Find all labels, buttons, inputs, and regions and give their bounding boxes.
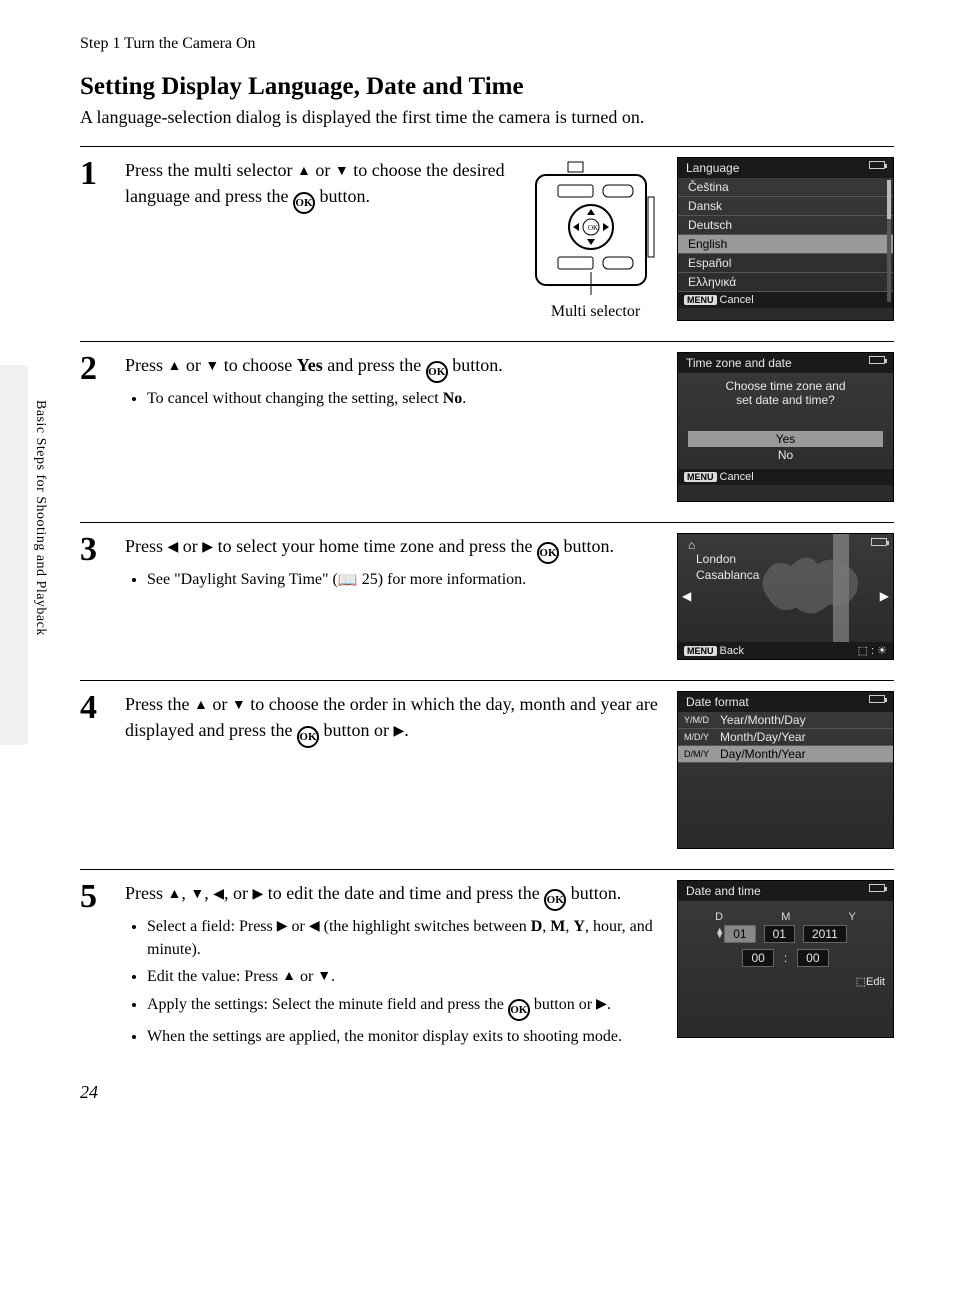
step-instruction: Press ◀ or ▶ to select your home time zo… [125, 533, 663, 660]
step-2: 2 Press ▲ or ▼ to choose Yes and press t… [80, 341, 894, 522]
down-icon: ▼ [232, 696, 246, 716]
battery-icon [869, 695, 885, 703]
menu-badge: MENU [684, 472, 717, 482]
date-format-option[interactable]: Y/M/DYear/Month/Day [678, 712, 893, 729]
book-icon: 📖 [338, 569, 358, 592]
edit-icon: ⬚ [856, 976, 866, 988]
section-subtitle: A language-selection dialog is displayed… [80, 107, 894, 128]
down-icon: ▼ [317, 967, 331, 987]
battery-icon [869, 884, 885, 892]
world-map [758, 544, 867, 632]
right-icon: ▶ [253, 885, 264, 905]
battery-icon [871, 538, 887, 546]
right-icon: ▶ [202, 538, 213, 558]
language-option[interactable]: Čeština [678, 178, 893, 197]
right-icon: ▶ [596, 995, 607, 1015]
multi-selector-caption: Multi selector [551, 303, 640, 321]
language-screen: Language ČeštinaDanskDeutschEnglishEspañ… [677, 157, 894, 321]
language-option[interactable]: Ελληνικά [678, 273, 893, 292]
language-option[interactable]: Deutsch [678, 216, 893, 235]
step-instruction: Press the multi selector ▲ or ▼ to choos… [125, 157, 514, 321]
date-time-screen: Date and time D M Y ▲▼01 01 2011 00 : 00 [677, 880, 894, 1038]
option-yes[interactable]: Yes [688, 431, 883, 447]
battery-icon [869, 161, 885, 169]
step-number: 3 [80, 533, 110, 660]
left-icon: ◀ [309, 917, 320, 937]
screen-title: Language [686, 161, 739, 175]
date-format-option[interactable]: D/M/YDay/Month/Year [678, 746, 893, 763]
chapter-header: Step 1 Turn the Camera On [80, 35, 894, 53]
date-format-screen: Date format Y/M/DYear/Month/DayM/D/YMont… [677, 691, 894, 849]
language-option[interactable]: English [678, 235, 893, 254]
date-format-list[interactable]: Y/M/DYear/Month/DayM/D/YMonth/Day/YearD/… [678, 712, 893, 763]
step-5: 5 Press ▲, ▼, ◀, or ▶ to edit the date a… [80, 869, 894, 1072]
up-icon: ▲ [297, 162, 311, 182]
minute-field[interactable]: 00 [797, 949, 828, 967]
up-icon: ▲ [168, 357, 182, 377]
scrollbar[interactable] [887, 180, 891, 302]
ok-icon: OK [426, 361, 448, 383]
language-option[interactable]: Dansk [678, 197, 893, 216]
left-icon: ◀ [213, 885, 224, 905]
up-icon: ▲ [194, 696, 208, 716]
ok-icon: OK [297, 726, 319, 748]
menu-badge: MENU [684, 646, 717, 656]
down-icon: ▼ [190, 885, 204, 905]
city-label: Casablanca [696, 568, 759, 582]
language-option[interactable]: Español [678, 254, 893, 273]
camera-illustration: OK [528, 157, 663, 297]
left-icon[interactable]: ◀ [682, 589, 691, 603]
step-instruction: Press ▲ or ▼ to choose Yes and press the… [125, 352, 663, 502]
month-field[interactable]: 01 [764, 925, 795, 943]
language-list[interactable]: ČeštinaDanskDeutschEnglishEspañolΕλληνικ… [678, 178, 893, 292]
side-tab [0, 365, 28, 745]
timezone-prompt-screen: Time zone and date Choose time zone and … [677, 352, 894, 502]
right-icon: ▶ [277, 917, 288, 937]
hour-field[interactable]: 00 [742, 949, 773, 967]
step-number: 4 [80, 691, 110, 849]
step-3: 3 Press ◀ or ▶ to select your home time … [80, 522, 894, 680]
side-tab-label: Basic Steps for Shooting and Playback [32, 400, 48, 636]
right-icon: ▶ [393, 722, 404, 742]
city-label: London [696, 552, 736, 566]
battery-icon [869, 356, 885, 364]
left-icon: ◀ [168, 538, 179, 558]
year-field[interactable]: 2011 [803, 925, 847, 943]
up-icon: ▲ [282, 967, 296, 987]
step-number: 5 [80, 880, 110, 1052]
section-title: Setting Display Language, Date and Time [80, 73, 894, 101]
step-instruction: Press ▲, ▼, ◀, or ▶ to edit the date and… [125, 880, 663, 1052]
timezone-map-screen: ⌂ London Casablanca ◀ ▶ MENUBack⬚ : ☀ [677, 533, 894, 660]
ok-icon: OK [544, 889, 566, 911]
option-no[interactable]: No [688, 447, 883, 463]
date-format-option[interactable]: M/D/YMonth/Day/Year [678, 729, 893, 746]
svg-text:OK: OK [588, 224, 598, 232]
step-1: 1 Press the multi selector ▲ or ▼ to cho… [80, 146, 894, 341]
ok-icon: OK [508, 999, 530, 1021]
ok-icon: OK [293, 192, 315, 214]
down-icon: ▼ [205, 357, 219, 377]
dst-icon: ⬚ : ☀ [858, 644, 887, 657]
menu-badge: MENU [684, 295, 717, 305]
step-number: 2 [80, 352, 110, 502]
down-icon: ▼ [335, 162, 349, 182]
up-icon: ▲ [168, 885, 182, 905]
step-number: 1 [80, 157, 110, 321]
step-4: 4 Press the ▲ or ▼ to choose the order i… [80, 680, 894, 869]
ok-icon: OK [537, 542, 559, 564]
page-number: 24 [80, 1082, 894, 1103]
home-icon: ⌂ [688, 538, 695, 552]
step-instruction: Press the ▲ or ▼ to choose the order in … [125, 691, 663, 849]
right-icon[interactable]: ▶ [880, 589, 889, 603]
day-field[interactable]: ▲▼01 [724, 925, 755, 943]
